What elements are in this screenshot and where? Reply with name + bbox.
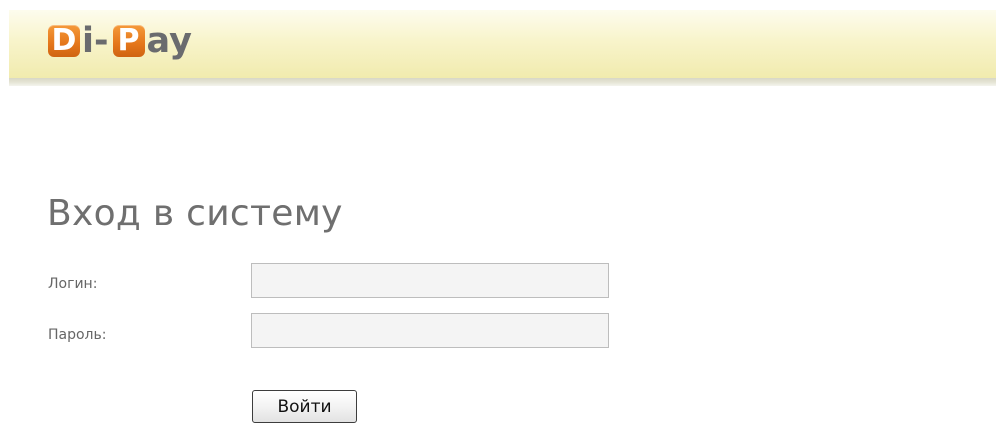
login-submit-button[interactable]: Войти	[252, 390, 357, 423]
header-divider	[9, 78, 996, 86]
page-title: Вход в систему	[47, 193, 343, 234]
logo-p-box: P	[112, 25, 145, 57]
logo-d-box: D	[48, 25, 80, 57]
logo-text-second: ay	[146, 21, 192, 61]
login-label: Логин:	[48, 276, 98, 292]
password-label: Пароль:	[48, 327, 107, 343]
password-input[interactable]	[251, 313, 609, 348]
login-input[interactable]	[251, 263, 609, 298]
logo-text-first: i-	[82, 21, 109, 61]
di-pay-logo[interactable]: D i- P ay	[48, 20, 192, 62]
